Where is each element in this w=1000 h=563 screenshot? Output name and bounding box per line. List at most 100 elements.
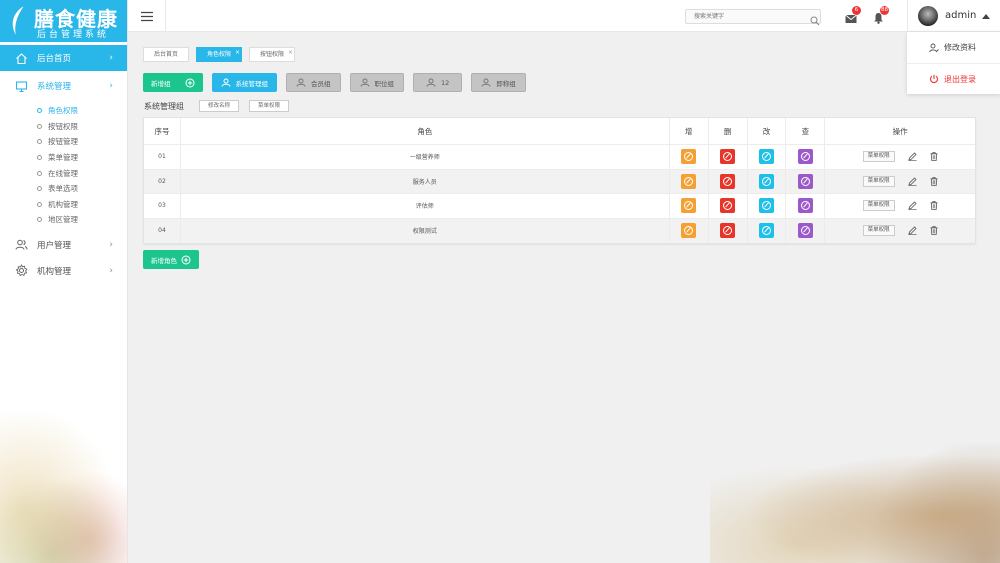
sidebar-item-org[interactable]: 机构管理 › <box>0 258 127 284</box>
trash-icon[interactable] <box>930 226 938 236</box>
edit-permission-toggle[interactable] <box>758 173 774 189</box>
view-permission-toggle[interactable] <box>797 223 813 239</box>
delete-permission-toggle[interactable] <box>720 223 736 239</box>
view-permission-toggle[interactable] <box>797 149 813 165</box>
bullet-icon <box>37 186 42 192</box>
compass-icon <box>723 201 733 211</box>
delete-permission-toggle[interactable] <box>720 149 736 165</box>
role-name: 一级营养师 <box>181 145 670 169</box>
group-button-member[interactable]: 会员组 <box>286 73 341 92</box>
col-header-no: 序号 <box>144 118 181 144</box>
logout-item[interactable]: 退出登录 <box>907 63 1000 94</box>
notification-button[interactable]: 88 <box>873 6 889 28</box>
group-button-title[interactable]: 即称组 <box>471 73 526 92</box>
logout-label: 退出登录 <box>944 74 976 84</box>
group-icon <box>481 78 491 87</box>
close-icon[interactable]: × <box>288 46 293 59</box>
brand-logo[interactable]: 膳食健康 后台管理系统 <box>0 0 127 42</box>
menu-perm-button[interactable]: 菜单权限 <box>862 200 895 212</box>
edit-profile-item[interactable]: 修改资料 <box>907 32 1000 63</box>
pencil-icon[interactable] <box>908 226 917 236</box>
submenu-item-region-mgmt[interactable]: 地区管理 <box>0 212 127 228</box>
trash-icon[interactable] <box>930 152 938 162</box>
delete-permission-toggle[interactable] <box>720 173 736 189</box>
bread-decoration <box>710 443 1000 563</box>
edit-permission-toggle[interactable] <box>758 223 774 239</box>
group-icon <box>360 78 370 87</box>
user-menu-toggle[interactable]: admin <box>907 0 1000 32</box>
submenu-label: 机构管理 <box>48 199 78 209</box>
submenu-item-button-perm[interactable]: 按钮权限 <box>0 119 127 135</box>
view-permission-toggle[interactable] <box>797 198 813 214</box>
search-input[interactable] <box>685 9 821 24</box>
compass-icon <box>800 152 810 162</box>
menu-perm-button[interactable]: 菜单权限 <box>862 175 895 187</box>
rename-group-button[interactable]: 修改名称 <box>199 100 240 112</box>
compass-icon <box>723 152 733 162</box>
sidebar-item-label: 机构管理 <box>37 266 72 277</box>
submenu-item-online-mgmt[interactable]: 在线管理 <box>0 165 127 181</box>
menu-perm-button[interactable]: 菜单权限 <box>862 225 895 237</box>
group-label: 职位组 <box>374 79 395 88</box>
sidebar-item-system[interactable]: 系统管理 › <box>0 73 127 99</box>
chevron-right-icon: › <box>109 265 113 276</box>
add-permission-toggle[interactable] <box>681 223 697 239</box>
add-group-button[interactable]: 新增组 <box>143 73 203 92</box>
chevron-right-icon: › <box>109 81 113 91</box>
trash-icon[interactable] <box>930 201 938 211</box>
compass-icon <box>723 176 733 186</box>
tab-role-perm[interactable]: 角色权限 × <box>196 46 243 62</box>
group-button-12[interactable]: 12 <box>413 73 463 92</box>
group-toolbar: 新增组 系统管理组 会员组 职位组 12 即称组 <box>143 73 535 92</box>
sidebar-item-label: 用户管理 <box>37 240 72 251</box>
submenu-item-org-mgmt[interactable]: 机构管理 <box>0 197 127 213</box>
compass-icon <box>723 226 733 236</box>
group-button-system[interactable]: 系统管理组 <box>211 73 277 92</box>
compass-icon <box>761 152 771 162</box>
brand-subtitle: 后台管理系统 <box>37 30 110 40</box>
close-icon[interactable]: × <box>235 46 240 59</box>
username: admin <box>945 10 977 21</box>
role-name: 服务人员 <box>181 169 670 193</box>
group-label: 12 <box>441 78 450 87</box>
plus-circle-icon <box>185 78 195 88</box>
user-dropdown: 修改资料 退出登录 <box>907 32 1000 94</box>
table-row: 02 服务人员 菜单权限 <box>144 169 975 194</box>
add-permission-toggle[interactable] <box>681 198 697 214</box>
mail-button[interactable]: 6 <box>845 6 861 28</box>
edit-permission-toggle[interactable] <box>758 149 774 165</box>
user-edit-icon <box>929 43 939 53</box>
add-permission-toggle[interactable] <box>681 149 697 165</box>
group-icon <box>296 78 306 87</box>
add-permission-toggle[interactable] <box>681 173 697 189</box>
tab-home[interactable]: 后台首页 <box>143 47 190 62</box>
edit-permission-toggle[interactable] <box>758 198 774 214</box>
table-row: 04 权限测试 菜单权限 <box>144 218 975 243</box>
menu-toggle-button[interactable] <box>128 0 166 32</box>
users-icon <box>14 238 28 252</box>
sidebar-item-users[interactable]: 用户管理 › <box>0 232 127 258</box>
submenu-item-menu-mgmt[interactable]: 菜单管理 <box>0 150 127 166</box>
submenu-item-role-perm[interactable]: 角色权限 <box>0 103 127 119</box>
search-icon[interactable] <box>810 11 820 30</box>
hamburger-icon <box>140 11 153 21</box>
view-permission-toggle[interactable] <box>797 173 813 189</box>
pencil-icon[interactable] <box>908 152 917 162</box>
menu-perm-button[interactable]: 菜单权限 <box>862 151 895 163</box>
table-row: 01 一级营养师 菜单权限 <box>144 145 975 170</box>
group-menu-perm-button[interactable]: 菜单权限 <box>249 100 290 112</box>
submenu-item-form-options[interactable]: 表单选项 <box>0 181 127 197</box>
bullet-icon <box>37 139 42 145</box>
compass-icon <box>684 152 694 162</box>
sidebar-item-home[interactable]: 后台首页 › <box>0 45 127 71</box>
submenu-label: 角色权限 <box>48 106 78 116</box>
add-role-button[interactable]: 新增角色 <box>143 250 199 269</box>
tab-button-perm[interactable]: 按钮权限 × <box>249 46 296 62</box>
pencil-icon[interactable] <box>908 177 917 186</box>
submenu-item-button-mgmt[interactable]: 按钮管理 <box>0 134 127 150</box>
group-button-position[interactable]: 职位组 <box>349 73 404 92</box>
trash-icon[interactable] <box>930 177 938 186</box>
bullet-icon <box>37 155 42 161</box>
delete-permission-toggle[interactable] <box>720 198 736 214</box>
pencil-icon[interactable] <box>908 201 917 211</box>
